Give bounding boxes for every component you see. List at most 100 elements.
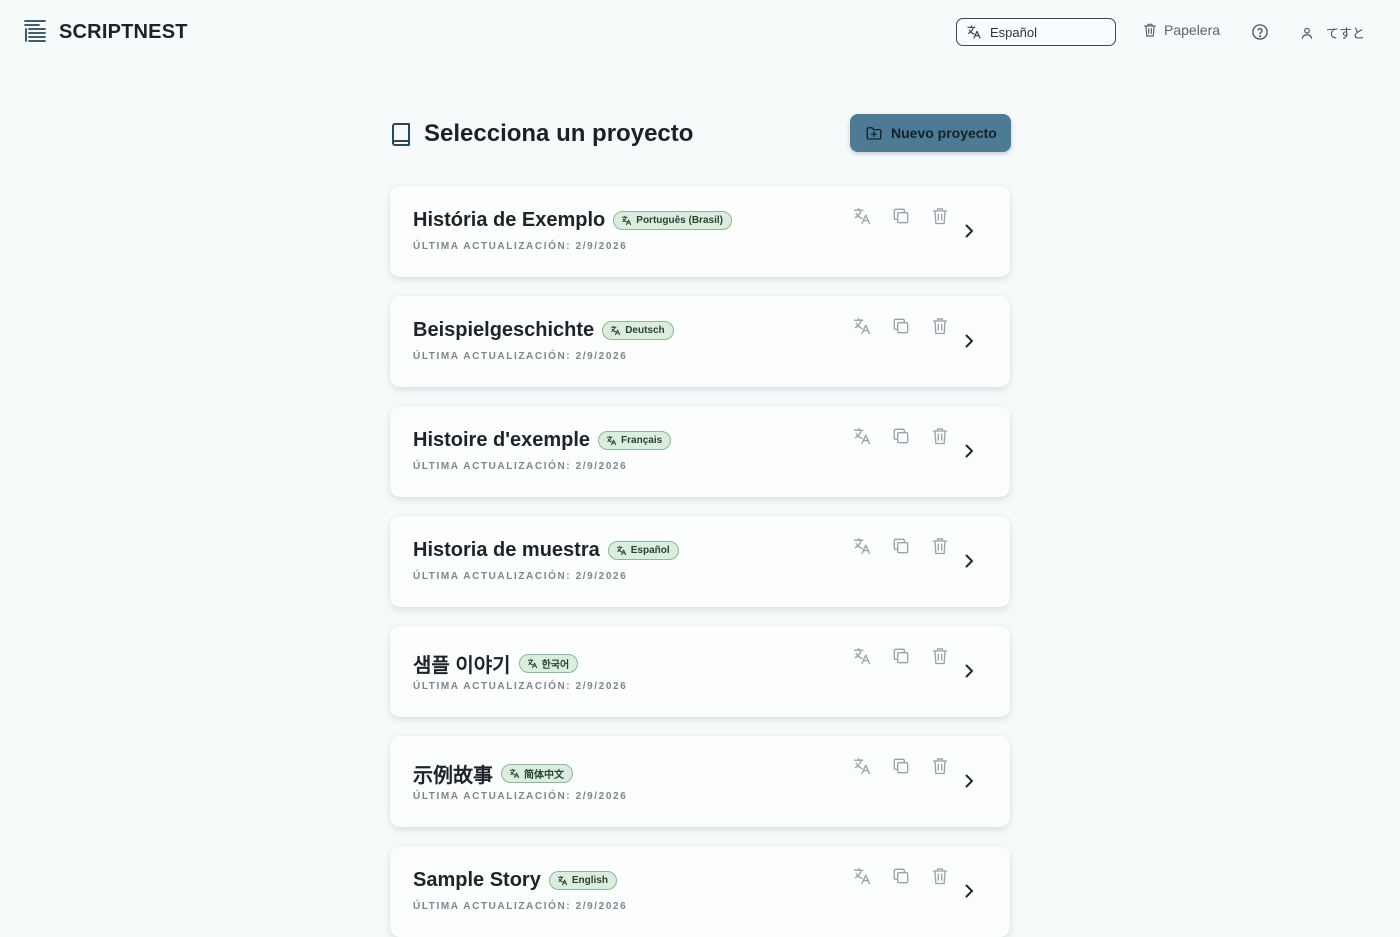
help-circle-icon	[1252, 24, 1268, 40]
top-bar: SCRIPTNEST Español Papelera てすと	[0, 0, 1400, 66]
project-name-row: Beispielgeschichte Deutsch	[413, 319, 674, 342]
project-name: Sample Story	[413, 869, 541, 891]
trash-icon	[932, 538, 948, 555]
project-actions	[852, 646, 969, 666]
trash-label: Papelera	[1164, 22, 1221, 38]
language-select[interactable]: Español	[956, 18, 1116, 46]
translate-icon	[853, 317, 871, 335]
project-actions	[852, 316, 969, 336]
trash-icon	[932, 868, 948, 885]
duplicate-button[interactable]	[891, 206, 911, 226]
project-name: Histoire d'exemple	[413, 429, 591, 451]
list-lines-icon	[24, 20, 46, 42]
language-badge: Português (Brasil)	[613, 211, 732, 230]
last-updated: ÚLTIMA ACTUALIZACIÓN: 2/9/2026	[413, 791, 628, 802]
new-project-label: Nuevo proyecto	[891, 125, 997, 141]
duplicate-button[interactable]	[891, 646, 911, 666]
delete-button[interactable]	[930, 426, 950, 446]
translate-icon	[853, 207, 871, 225]
translate-icon	[853, 427, 871, 445]
translate-icon	[616, 545, 626, 556]
new-project-button[interactable]: Nuevo proyecto	[850, 114, 1011, 152]
translate-icon	[606, 435, 617, 446]
project-card[interactable]: Beispielgeschichte Deutsch ÚLTIMA ACTUAL…	[390, 296, 1010, 387]
language-badge-label: Español	[630, 545, 670, 556]
translate-button[interactable]	[852, 646, 872, 666]
chevron-right-icon[interactable]	[962, 333, 976, 349]
copy-icon	[893, 428, 909, 444]
translate-button[interactable]	[852, 756, 872, 776]
language-badge: 简体中文	[501, 764, 573, 783]
last-updated: ÚLTIMA ACTUALIZACIÓN: 2/9/2026	[413, 901, 628, 912]
project-card[interactable]: 샘플 이야기 한국어 ÚLTIMA ACTUALIZACIÓN: 2/9/202…	[390, 626, 1010, 717]
project-card[interactable]: 示例故事 简体中文 ÚLTIMA ACTUALIZACIÓN: 2/9/2026	[390, 736, 1010, 827]
language-badge-label: Português (Brasil)	[636, 215, 723, 226]
translate-icon	[527, 658, 537, 669]
translate-button[interactable]	[852, 206, 872, 226]
folder-plus-icon	[866, 127, 882, 140]
project-card[interactable]: Histoire d'exemple Français ÚLTIMA ACTUA…	[390, 406, 1010, 497]
delete-button[interactable]	[930, 536, 950, 556]
last-updated: ÚLTIMA ACTUALIZACIÓN: 2/9/2026	[413, 571, 628, 582]
language-badge-label: 简体中文	[524, 770, 564, 781]
translate-button[interactable]	[852, 426, 872, 446]
language-badge-label: Deutsch	[625, 325, 665, 336]
user-name: てすと	[1326, 26, 1366, 41]
project-actions	[852, 756, 969, 776]
duplicate-button[interactable]	[891, 316, 911, 336]
translate-icon	[967, 25, 981, 39]
project-name: 샘플 이야기	[413, 655, 511, 677]
translate-icon	[509, 768, 520, 779]
copy-icon	[893, 538, 909, 554]
translate-icon	[853, 867, 871, 885]
book-icon	[392, 123, 410, 146]
copy-icon	[893, 758, 909, 774]
chevron-right-icon[interactable]	[962, 773, 976, 789]
last-updated: ÚLTIMA ACTUALIZACIÓN: 2/9/2026	[413, 241, 628, 252]
delete-button[interactable]	[930, 756, 950, 776]
translate-button[interactable]	[852, 866, 872, 886]
delete-button[interactable]	[930, 866, 950, 886]
duplicate-button[interactable]	[891, 426, 911, 446]
last-updated: ÚLTIMA ACTUALIZACIÓN: 2/9/2026	[413, 681, 628, 692]
translate-icon	[853, 757, 871, 775]
delete-button[interactable]	[930, 206, 950, 226]
user-menu[interactable]: てすと	[1300, 23, 1365, 42]
project-card[interactable]: História de Exemplo Português (Brasil) Ú…	[390, 186, 1010, 277]
language-badge: Deutsch	[602, 321, 674, 340]
trash-icon	[932, 428, 948, 445]
trash-link[interactable]: Papelera	[1142, 22, 1220, 38]
project-name: Beispielgeschichte	[413, 319, 595, 341]
project-card[interactable]: Historia de muestra Español ÚLTIMA ACTUA…	[390, 516, 1010, 607]
chevron-right-icon[interactable]	[962, 883, 976, 899]
project-actions	[852, 206, 969, 226]
duplicate-button[interactable]	[891, 866, 911, 886]
project-card[interactable]: Sample Story English ÚLTIMA ACTUALIZACIÓ…	[390, 846, 1010, 937]
translate-button[interactable]	[852, 316, 872, 336]
translate-icon	[622, 215, 632, 226]
logo[interactable]: SCRIPTNEST	[23, 19, 188, 45]
copy-icon	[893, 318, 909, 334]
copy-icon	[893, 648, 909, 664]
project-name: Historia de muestra	[413, 539, 600, 561]
delete-button[interactable]	[930, 316, 950, 336]
translate-button[interactable]	[852, 536, 872, 556]
project-actions	[852, 536, 969, 556]
duplicate-button[interactable]	[891, 756, 911, 776]
project-name-row: Histoire d'exemple Français	[413, 429, 672, 452]
translate-icon	[853, 537, 871, 555]
duplicate-button[interactable]	[891, 536, 911, 556]
chevron-right-icon[interactable]	[962, 553, 976, 569]
delete-button[interactable]	[930, 646, 950, 666]
chevron-right-icon[interactable]	[962, 663, 976, 679]
last-updated: ÚLTIMA ACTUALIZACIÓN: 2/9/2026	[413, 351, 628, 362]
last-updated: ÚLTIMA ACTUALIZACIÓN: 2/9/2026	[413, 461, 628, 472]
chevron-right-icon[interactable]	[962, 443, 976, 459]
trash-icon	[932, 648, 948, 665]
help-button[interactable]	[1251, 23, 1269, 41]
language-badge-label: 한국어	[541, 660, 570, 671]
project-name-row: 샘플 이야기 한국어	[413, 649, 579, 678]
chevron-right-icon[interactable]	[962, 223, 976, 239]
trash-icon	[932, 318, 948, 335]
language-badge: Français	[598, 431, 672, 450]
